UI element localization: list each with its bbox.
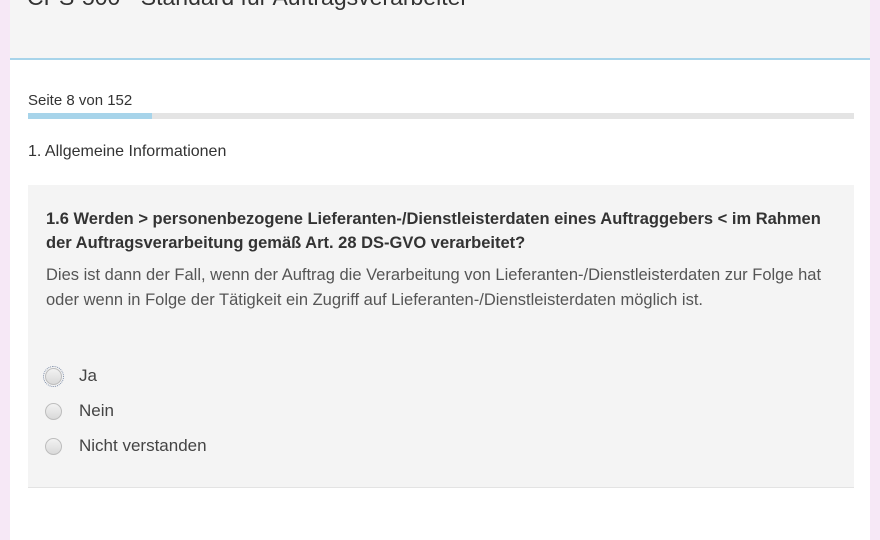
radio-nicht-verstanden[interactable]	[45, 437, 62, 455]
option-ja[interactable]: Ja	[43, 364, 97, 388]
option-nein[interactable]: Nein	[45, 399, 114, 423]
question-heading: 1.6 Werden > personenbezogene Lieferante…	[46, 210, 821, 252]
page-counter: Seite 8 von 152	[28, 92, 133, 109]
survey-title: CPS-500 - Standard für Auftragsverarbeit…	[27, 0, 468, 11]
option-label: Nein	[79, 401, 114, 420]
option-label: Ja	[79, 366, 97, 385]
section-title: 1. Allgemeine Informationen	[28, 143, 227, 160]
radio-ja[interactable]	[43, 365, 64, 387]
option-label: Nicht verstanden	[79, 436, 207, 455]
radio-nein[interactable]	[45, 402, 62, 420]
question-card: 1.6 Werden > personenbezogene Lieferante…	[28, 185, 854, 488]
option-nicht-verstanden[interactable]: Nicht verstanden	[45, 434, 207, 458]
question-help-text: Dies ist dann der Fall, wenn der Auftrag…	[46, 266, 822, 309]
survey-frame: CPS-500 - Standard für Auftragsverarbeit…	[10, 0, 870, 540]
survey-header: CPS-500 - Standard für Auftragsverarbeit…	[10, 0, 870, 60]
progress-bar-fill	[28, 113, 152, 119]
progress-bar	[28, 113, 854, 119]
